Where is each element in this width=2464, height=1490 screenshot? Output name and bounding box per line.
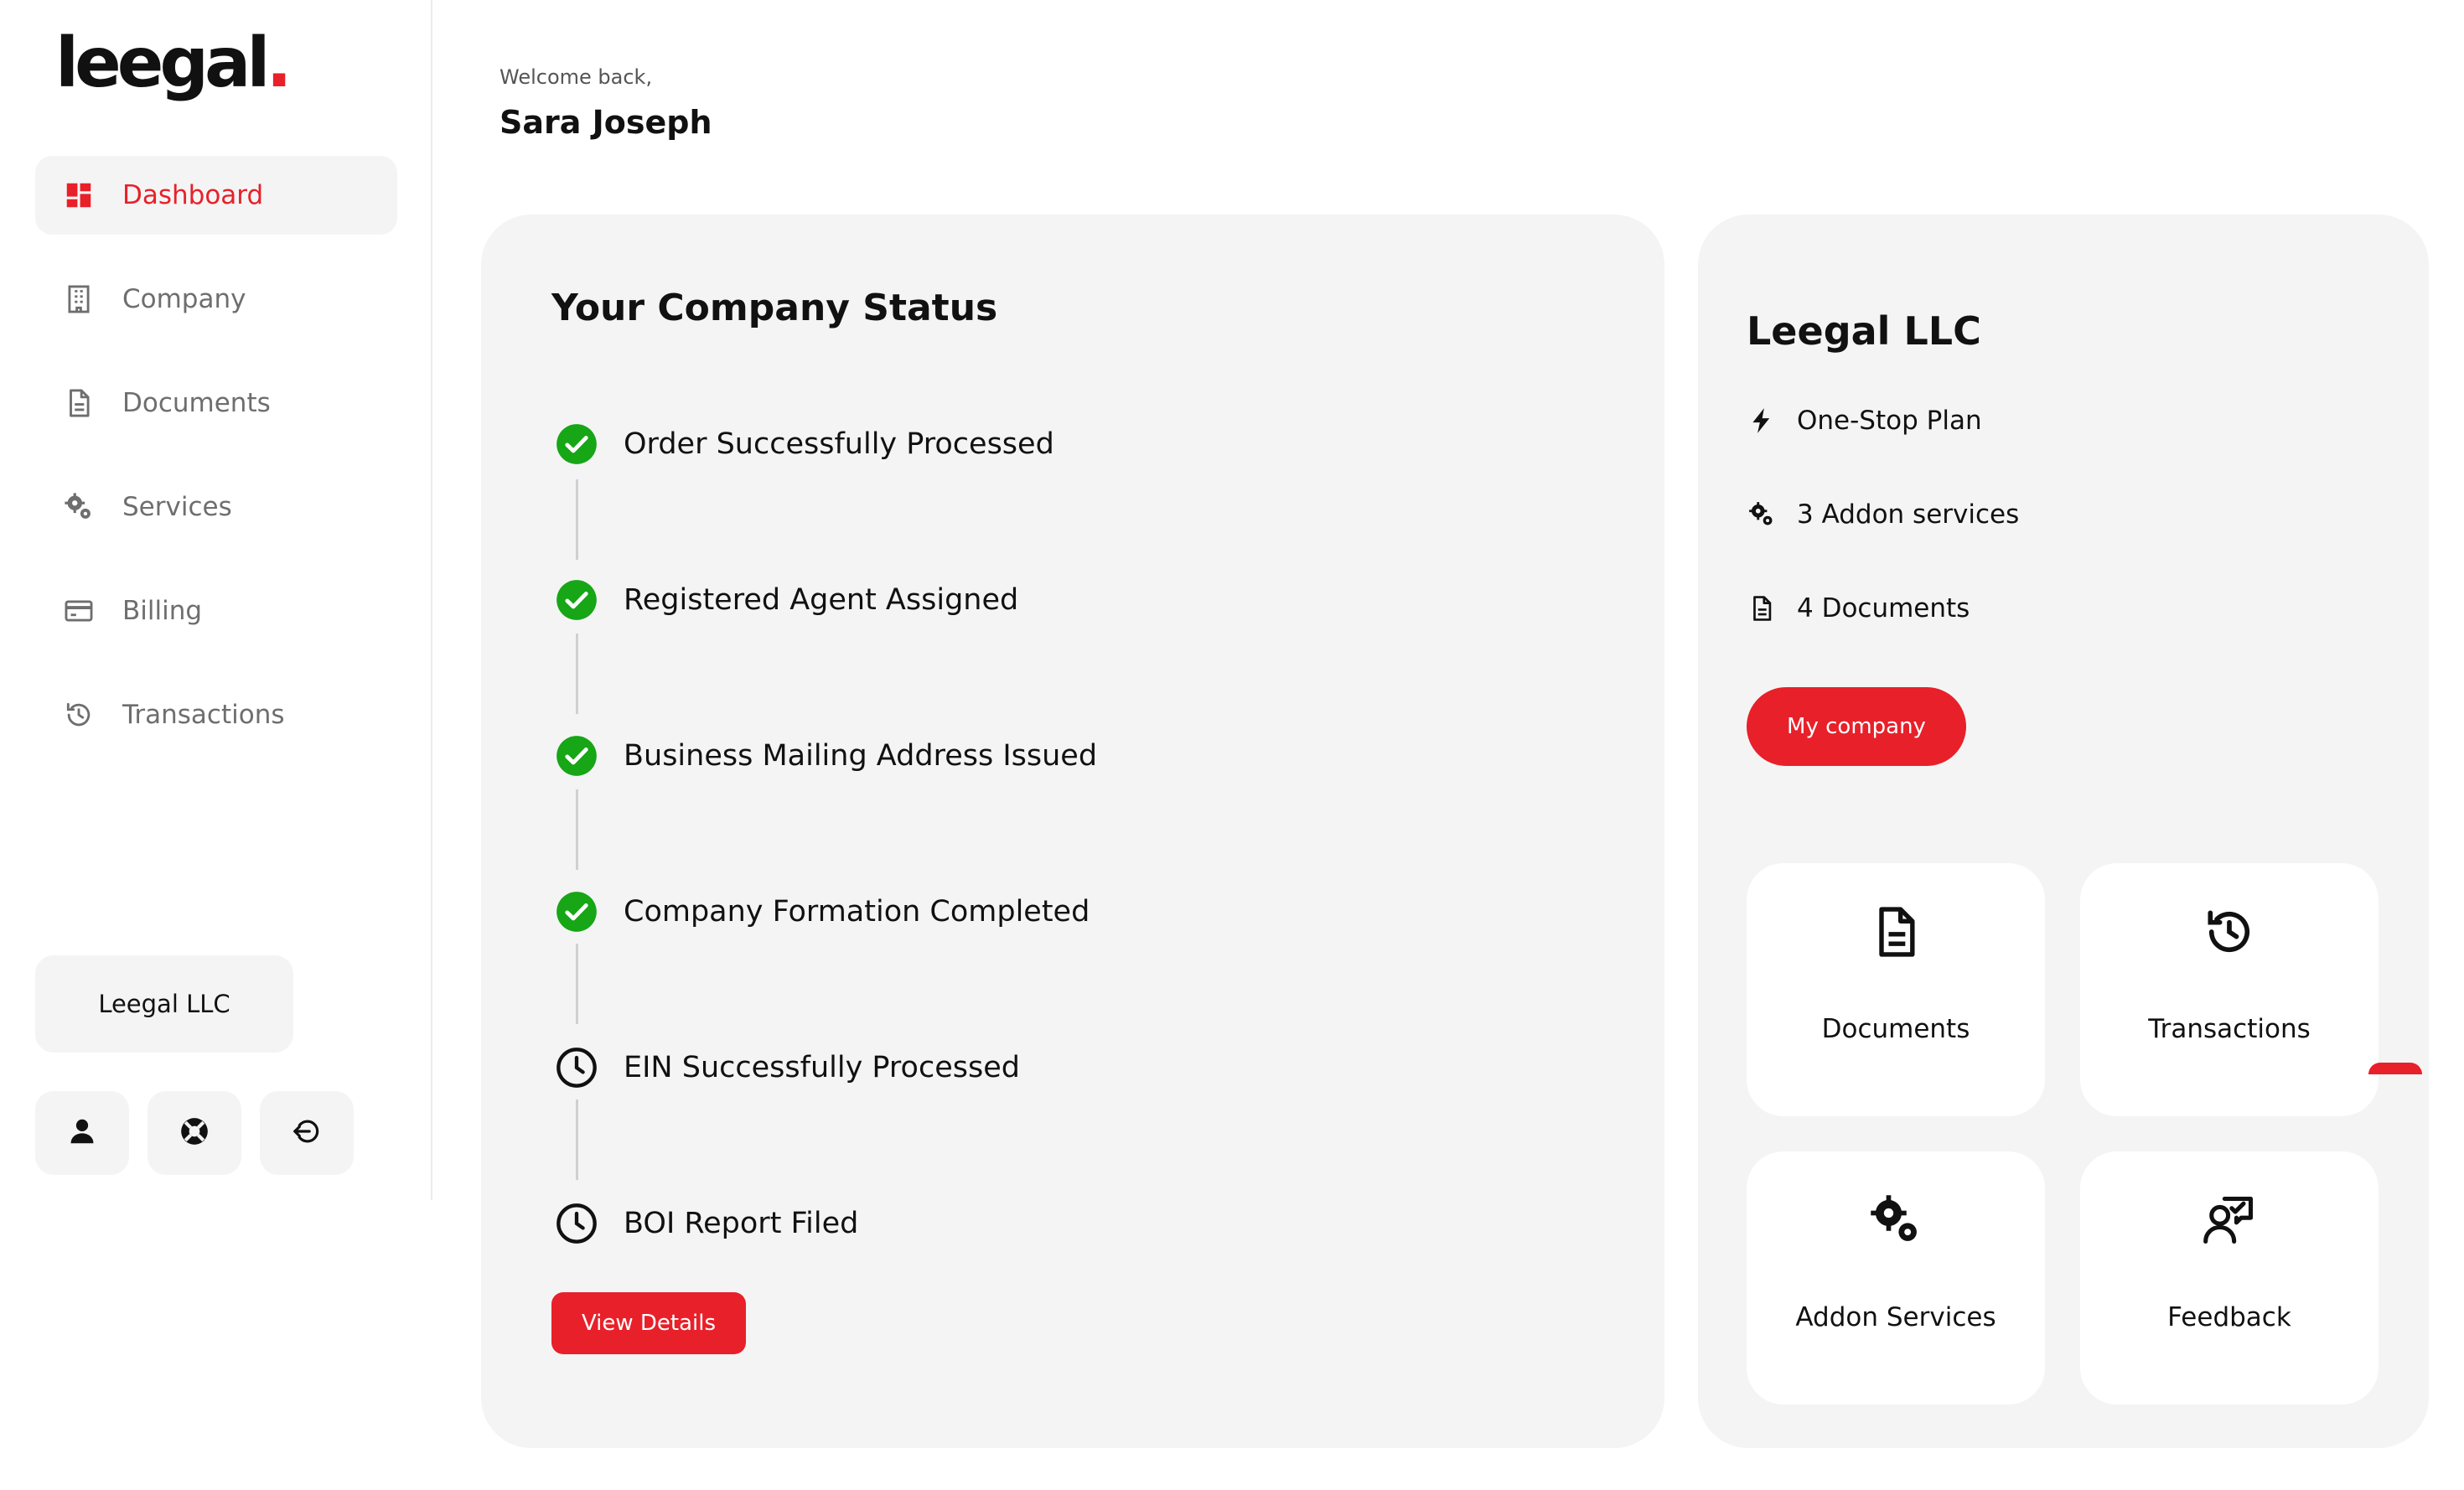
tile-label: Addon Services [1795, 1302, 1996, 1332]
floating-widget-edge[interactable] [2368, 1063, 2422, 1074]
sidebar-item-label: Services [122, 492, 232, 522]
dashboard-icon [62, 178, 96, 212]
sidebar-item-label: Documents [122, 388, 271, 418]
credit-card-icon [62, 594, 96, 628]
document-icon [62, 386, 96, 420]
step-label: BOI Report Filed [624, 1207, 859, 1240]
status-step: Order Successfully Processed [555, 419, 1054, 469]
sidebar-nav: Dashboard Company Documents Services Bil… [35, 156, 397, 779]
step-label: Business Mailing Address Issued [624, 739, 1098, 773]
status-step: Business Mailing Address Issued [555, 731, 1097, 781]
company-summary-card: Leegal LLC One-Stop Plan 3 Addon service… [1698, 215, 2429, 1448]
sidebar-icon-buttons [35, 1091, 354, 1175]
tile-transactions[interactable]: Transactions [2080, 863, 2379, 1116]
sidebar-item-services[interactable]: Services [35, 468, 397, 546]
logout-button[interactable] [260, 1091, 354, 1175]
check-circle-icon [555, 734, 598, 778]
brand-name: leegal [55, 23, 270, 103]
dashboard-page: leegal. Dashboard Company Documents Serv… [0, 0, 2464, 1490]
status-step: Company Formation Completed [555, 887, 1090, 937]
gears-icon [1747, 1192, 2045, 1249]
gears-icon [1747, 499, 1777, 530]
sidebar-item-billing[interactable]: Billing [35, 572, 397, 650]
bolt-icon [1747, 406, 1777, 436]
sidebar-item-label: Dashboard [122, 180, 264, 210]
check-circle-icon [555, 890, 598, 934]
check-circle-icon [555, 578, 598, 622]
tile-label: Documents [1821, 1014, 1970, 1044]
step-label: Order Successfully Processed [624, 427, 1054, 461]
brand-logo[interactable]: leegal. [55, 23, 292, 103]
step-connector [576, 789, 578, 870]
history-icon [62, 698, 96, 732]
sidebar-item-label: Billing [122, 596, 203, 626]
user-name: Sara Joseph [500, 104, 712, 141]
tile-documents[interactable]: Documents [1747, 863, 2045, 1116]
documents-text: 4 Documents [1797, 593, 1970, 623]
step-label: Registered Agent Assigned [624, 583, 1019, 617]
my-company-button[interactable]: My company [1747, 687, 1966, 766]
building-icon [62, 282, 96, 316]
company-status-card: Your Company Status Order Successfully P… [481, 215, 1664, 1448]
sidebar-item-company[interactable]: Company [35, 260, 397, 339]
feedback-icon [2080, 1192, 2379, 1249]
step-label: Company Formation Completed [624, 895, 1090, 929]
history-icon [2080, 903, 2379, 960]
status-step: Registered Agent Assigned [555, 575, 1018, 625]
document-icon [1747, 903, 2045, 960]
sidebar-item-label: Company [122, 284, 246, 314]
sidebar-item-label: Transactions [122, 700, 285, 730]
plan-text: One-Stop Plan [1797, 406, 1982, 436]
step-connector [576, 944, 578, 1024]
welcome-text: Welcome back, [500, 65, 653, 89]
addon-row: 3 Addon services [1747, 499, 2019, 530]
company-selector[interactable]: Leegal LLC [35, 955, 293, 1053]
clock-icon [555, 1046, 598, 1089]
logout-icon [291, 1115, 323, 1151]
document-icon [1747, 593, 1777, 623]
profile-button[interactable] [35, 1091, 129, 1175]
sidebar-item-dashboard[interactable]: Dashboard [35, 156, 397, 235]
step-connector [576, 1099, 578, 1180]
clock-icon [555, 1202, 598, 1245]
help-button[interactable] [148, 1091, 241, 1175]
check-circle-icon [555, 422, 598, 466]
sidebar-item-transactions[interactable]: Transactions [35, 675, 397, 754]
step-label: EIN Successfully Processed [624, 1051, 1020, 1084]
user-icon [66, 1115, 98, 1151]
addon-text: 3 Addon services [1797, 499, 2020, 530]
status-step: EIN Successfully Processed [555, 1042, 1020, 1093]
step-connector [576, 634, 578, 714]
tile-label: Transactions [2148, 1014, 2311, 1044]
documents-row: 4 Documents [1747, 593, 1970, 623]
plan-row: One-Stop Plan [1747, 406, 1982, 436]
sidebar: leegal. Dashboard Company Documents Serv… [0, 0, 432, 1200]
status-step: BOI Report Filed [555, 1198, 858, 1249]
tile-addon-services[interactable]: Addon Services [1747, 1151, 2045, 1405]
view-details-button[interactable]: View Details [551, 1292, 746, 1354]
help-lifebuoy-icon [179, 1115, 210, 1151]
tile-label: Feedback [2167, 1302, 2291, 1332]
company-name: Leegal LLC [1747, 308, 1981, 354]
step-connector [576, 479, 578, 560]
sidebar-item-documents[interactable]: Documents [35, 364, 397, 442]
tile-feedback[interactable]: Feedback [2080, 1151, 2379, 1405]
brand-dot: . [266, 23, 292, 103]
status-title: Your Company Status [551, 287, 998, 329]
gears-icon [62, 490, 96, 524]
